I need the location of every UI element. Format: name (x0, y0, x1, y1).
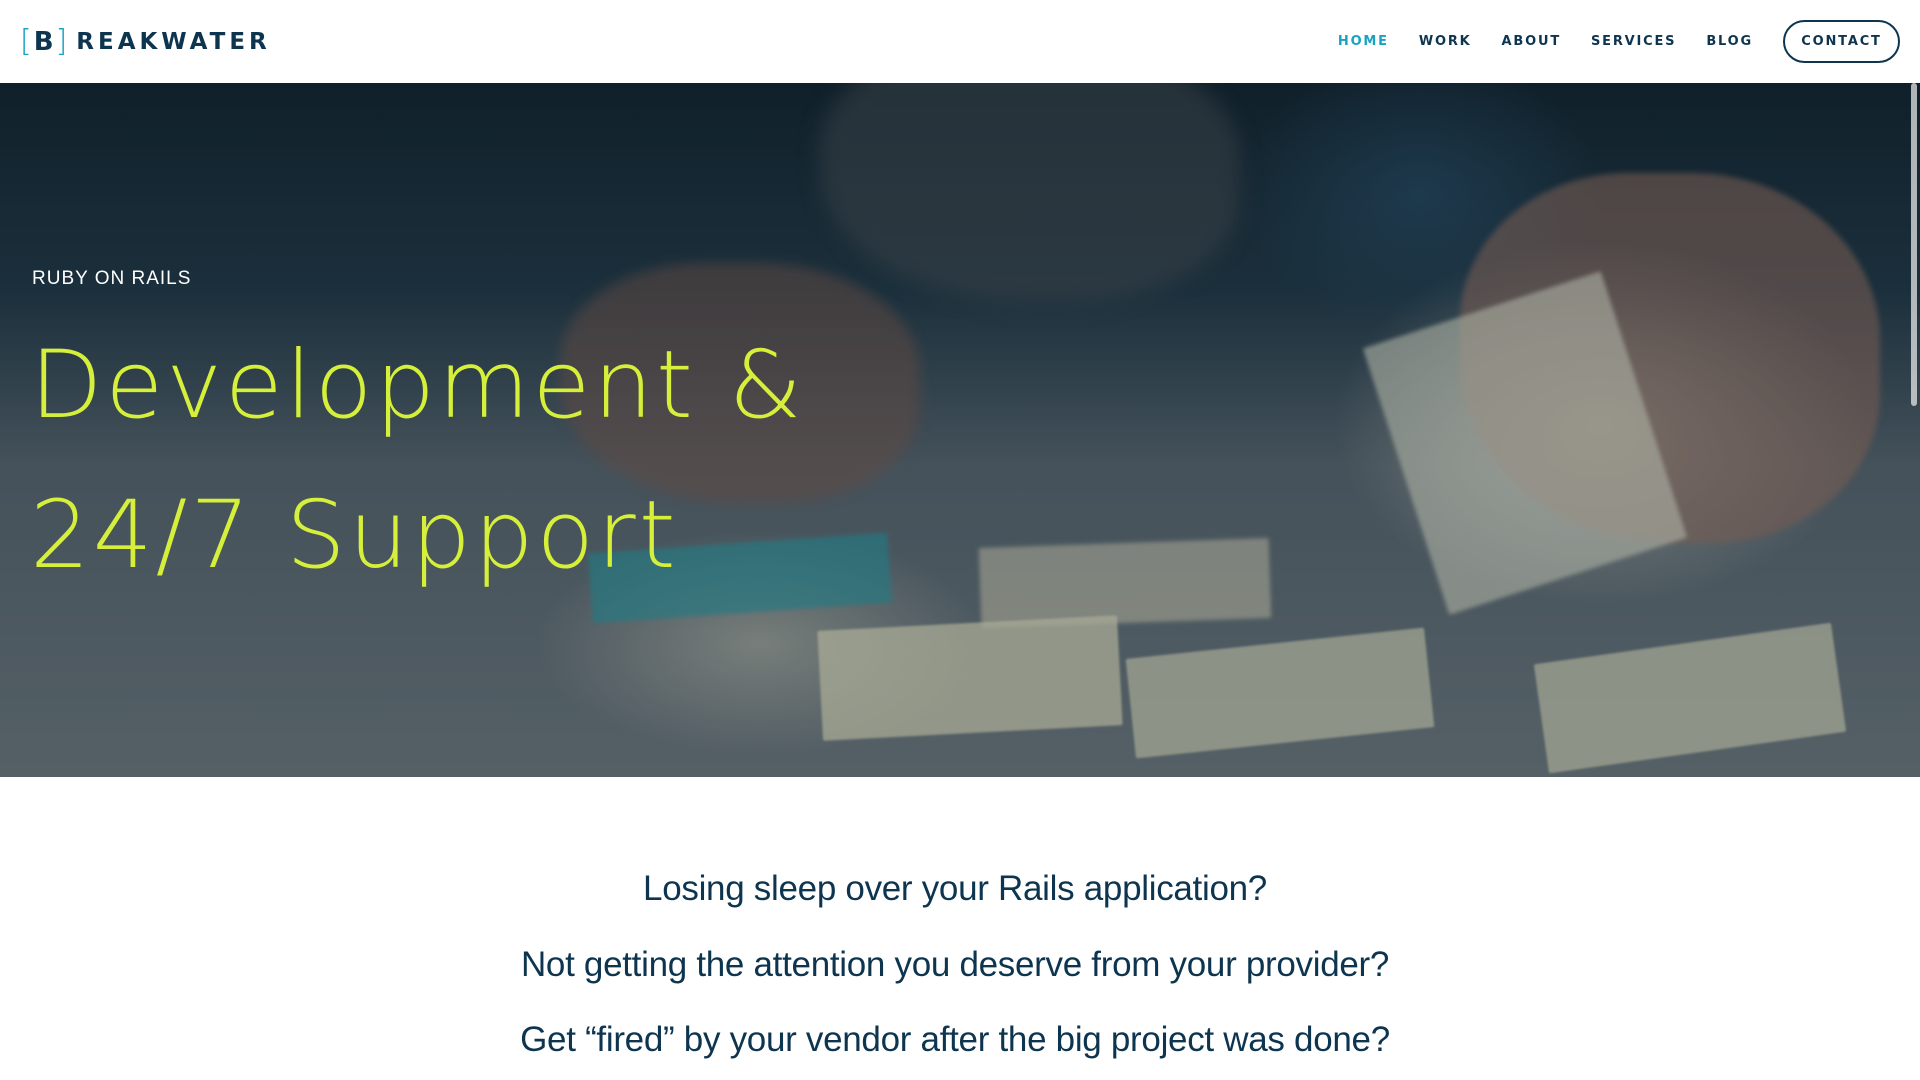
nav-item-work[interactable]: WORK (1419, 34, 1472, 49)
main-nav: HOME WORK ABOUT SERVICES BLOG CONTACT (1308, 20, 1900, 63)
page-scrollbar[interactable] (1906, 83, 1920, 1080)
scrollbar-thumb[interactable] (1911, 83, 1917, 406)
breakwater-logo[interactable]: [ B ] REAKWATER (20, 23, 271, 59)
nav-item-blog[interactable]: BLOG (1706, 34, 1753, 49)
intro-line-2: Not getting the attention you deserve fr… (520, 945, 1390, 984)
logo-initial: B (33, 26, 54, 57)
hero-title-line-1: Development & (30, 331, 805, 440)
intro-line-3: Get “fired” by your vendor after the big… (520, 1020, 1390, 1059)
nav-item-about[interactable]: ABOUT (1502, 34, 1561, 49)
hero-eyebrow: RUBY ON RAILS (32, 268, 192, 289)
logo-bracket-open: [ (20, 23, 32, 59)
nav-item-home[interactable]: HOME (1338, 34, 1389, 49)
logo-wordmark: REAKWATER (76, 28, 271, 55)
hero-title-line-2: 24/7 Support (30, 481, 679, 590)
hero-banner: RUBY ON RAILS Development & 24/7 Support (0, 83, 1920, 777)
site-header: [ B ] REAKWATER HOME WORK ABOUT SERVICES… (0, 0, 1920, 83)
intro-line-1: Losing sleep over your Rails application… (643, 869, 1267, 908)
logo-bracket-close: ] (55, 23, 68, 59)
contact-button[interactable]: CONTACT (1783, 20, 1900, 63)
hero-title: Development & 24/7 Support (30, 311, 805, 611)
nav-item-services[interactable]: SERVICES (1591, 34, 1676, 49)
intro-section: Losing sleep over your Rails application… (0, 777, 1920, 1080)
